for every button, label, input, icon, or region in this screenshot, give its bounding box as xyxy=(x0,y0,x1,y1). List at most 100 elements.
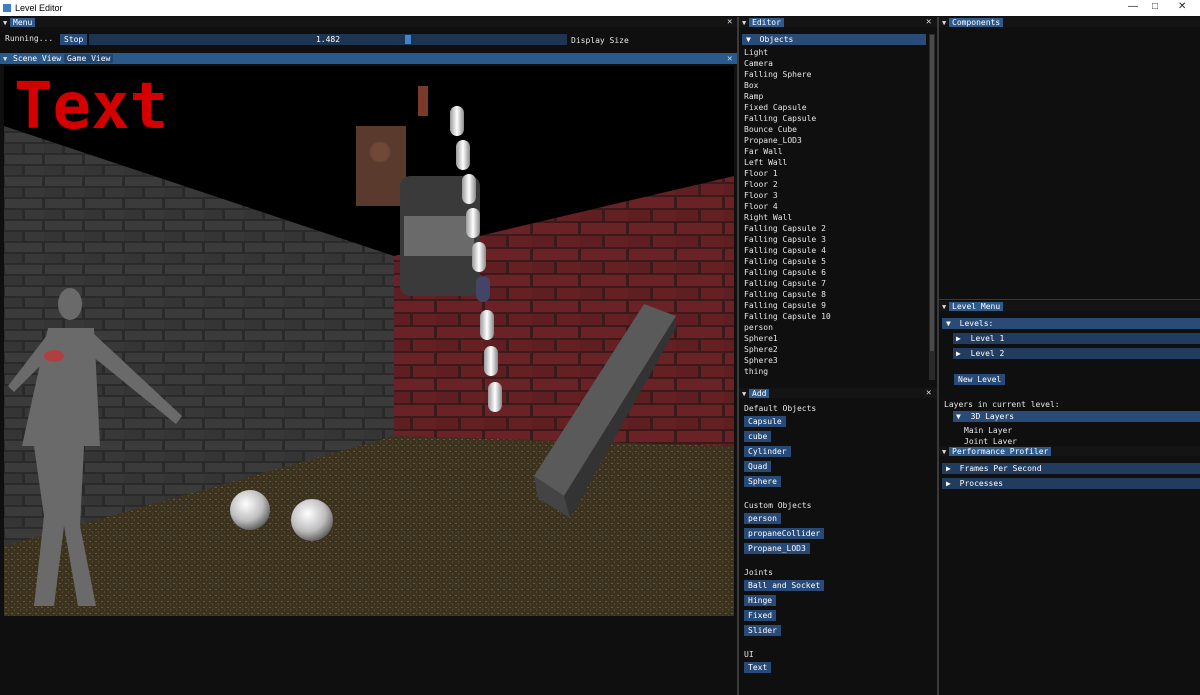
object-list-item[interactable]: Box xyxy=(744,80,924,91)
object-list-item[interactable]: Falling Capsule 5 xyxy=(744,256,924,267)
add-text-button[interactable]: Text xyxy=(744,662,772,673)
object-list-item[interactable]: Falling Capsule 4 xyxy=(744,245,924,256)
tab-game-view[interactable]: Game View xyxy=(64,54,114,63)
object-list-item[interactable]: Ramp xyxy=(744,91,924,102)
object-list-item[interactable]: Floor 4 xyxy=(744,201,924,212)
object-list-item[interactable]: Floor 1 xyxy=(744,168,924,179)
object-list-item[interactable]: Falling Capsule 3 xyxy=(744,234,924,245)
object-list-item[interactable]: Falling Capsule 2 xyxy=(744,223,924,234)
object-list-item[interactable]: Falling Capsule 10 xyxy=(744,311,924,322)
object-list-item[interactable]: Sphere2 xyxy=(744,344,924,355)
tab-scene-view[interactable]: Scene View xyxy=(10,54,64,63)
profiler-item-label: Processes xyxy=(959,479,1004,488)
tab-menu[interactable]: Menu xyxy=(10,18,36,27)
collapse-icon[interactable]: ▼ xyxy=(742,19,746,27)
expand-icon: ▼ xyxy=(956,412,961,421)
profiler-item[interactable]: ▶ Processes xyxy=(942,478,1200,489)
collapse-icon[interactable]: ▼ xyxy=(942,303,946,311)
add-capsule-button[interactable]: Capsule xyxy=(744,416,786,427)
app-icon xyxy=(3,4,11,12)
object-list-item[interactable]: Sphere3 xyxy=(744,355,924,366)
object-list-item[interactable]: Right Wall xyxy=(744,212,924,223)
level-item[interactable]: ▶ Level 2 xyxy=(953,348,1200,359)
object-list-item[interactable]: Falling Sphere xyxy=(744,69,924,80)
object-list-item[interactable]: Far Wall xyxy=(744,146,924,157)
maximize-icon[interactable]: □ xyxy=(1152,1,1158,12)
close-icon[interactable]: ✕ xyxy=(727,54,732,64)
add-propanecollider-button[interactable]: propaneCollider xyxy=(744,528,825,539)
tab-components[interactable]: Components xyxy=(949,18,1004,27)
profiler-header: ▼ Performance Profiler xyxy=(939,446,1200,456)
scene-viewport[interactable]: Text xyxy=(4,66,734,616)
collapse-icon[interactable]: ▼ xyxy=(3,55,7,63)
joints-label: Joints xyxy=(744,568,773,577)
level-item[interactable]: ▶ Level 1 xyxy=(953,333,1200,344)
object-list-item[interactable]: Falling Capsule 9 xyxy=(744,300,924,311)
close-window-icon[interactable]: ✕ xyxy=(1178,1,1186,12)
layers-tree-header[interactable]: ▼ 3D Layers xyxy=(953,411,1200,422)
add-propane-lod3-button[interactable]: Propane_LOD3 xyxy=(744,543,810,554)
expand-icon: ▶ xyxy=(946,479,951,488)
object-list-item[interactable]: Left Wall xyxy=(744,157,924,168)
tab-performance-profiler[interactable]: Performance Profiler xyxy=(949,447,1052,456)
layer-item[interactable]: Joint Layer xyxy=(964,437,1017,444)
objects-tree-header[interactable]: ▼ Objects xyxy=(742,34,926,45)
collapse-icon[interactable]: ▼ xyxy=(3,19,7,27)
add-fixed-button[interactable]: Fixed xyxy=(744,610,777,621)
layer-item[interactable]: Main Layer xyxy=(964,426,1012,435)
divider xyxy=(737,17,739,695)
add-cube-button[interactable]: cube xyxy=(744,431,772,442)
scrollbar-thumb[interactable] xyxy=(930,35,934,351)
divider xyxy=(937,17,939,695)
object-list-item[interactable]: Bounce Cube xyxy=(744,124,924,135)
add-quad-button[interactable]: Quad xyxy=(744,461,772,472)
display-size-slider[interactable]: 1.482 xyxy=(89,34,567,45)
running-status: Running... xyxy=(5,34,54,43)
object-list-item[interactable]: Fixed Capsule xyxy=(744,102,924,113)
stop-button[interactable]: Stop xyxy=(60,34,88,45)
object-list-item[interactable]: Falling Capsule xyxy=(744,113,924,124)
collapse-icon[interactable]: ▼ xyxy=(942,448,946,456)
custom-objects-label: Custom Objects xyxy=(744,501,812,510)
object-list-item[interactable]: Falling Capsule 8 xyxy=(744,289,924,300)
collapse-icon[interactable]: ▼ xyxy=(742,390,746,398)
objects-scrollbar[interactable] xyxy=(929,34,935,380)
add-slider-button[interactable]: Slider xyxy=(744,625,781,636)
add-sphere-button[interactable]: Sphere xyxy=(744,476,781,487)
minimize-icon[interactable]: — xyxy=(1128,1,1138,12)
object-list-item[interactable]: Falling Capsule 6 xyxy=(744,267,924,278)
object-list-item[interactable]: thing xyxy=(744,366,924,377)
expand-icon: ▶ xyxy=(946,464,951,473)
tab-add[interactable]: Add xyxy=(749,389,770,398)
ui-label: UI xyxy=(744,650,754,659)
add-ball-and-socket-button[interactable]: Ball and Socket xyxy=(744,580,825,591)
expand-icon: ▼ xyxy=(746,35,751,44)
object-list-item[interactable]: Falling Capsule 7 xyxy=(744,278,924,289)
editor-panel-header: ▼ Editor ✕ xyxy=(739,17,937,27)
display-size-label: Display Size xyxy=(571,36,629,45)
new-level-button[interactable]: New Level xyxy=(954,374,1006,385)
components-panel-header: ▼ Components xyxy=(939,17,1200,27)
close-icon[interactable]: ✕ xyxy=(926,17,931,27)
object-list-item[interactable]: Light xyxy=(744,47,924,58)
add-person-button[interactable]: person xyxy=(744,513,781,524)
collapse-icon[interactable]: ▼ xyxy=(942,19,946,27)
close-icon[interactable]: ✕ xyxy=(926,388,931,398)
object-list-item[interactable]: Camera xyxy=(744,58,924,69)
object-list-item[interactable]: Propane_LOD3 xyxy=(744,135,924,146)
profiler-item[interactable]: ▶ Frames Per Second xyxy=(942,463,1200,474)
tab-editor[interactable]: Editor xyxy=(749,18,784,27)
tab-level-menu[interactable]: Level Menu xyxy=(949,302,1004,311)
add-cylinder-button[interactable]: Cylinder xyxy=(744,446,791,457)
profiler-item-label: Frames Per Second xyxy=(959,464,1042,473)
object-list-item[interactable]: Sphere1 xyxy=(744,333,924,344)
add-hinge-button[interactable]: Hinge xyxy=(744,595,777,606)
display-size-value: 1.482 xyxy=(315,35,341,44)
object-list-item[interactable]: person xyxy=(744,322,924,333)
levels-tree-header[interactable]: ▼ Levels: xyxy=(942,318,1200,329)
objects-list: Light Camera Falling Sphere Box Ramp Fixed Ca… xyxy=(744,47,924,377)
object-list-item[interactable]: Floor 2 xyxy=(744,179,924,190)
object-list-item[interactable]: Floor 3 xyxy=(744,190,924,201)
expand-icon: ▶ xyxy=(956,334,961,343)
close-icon[interactable]: ✕ xyxy=(727,17,732,27)
